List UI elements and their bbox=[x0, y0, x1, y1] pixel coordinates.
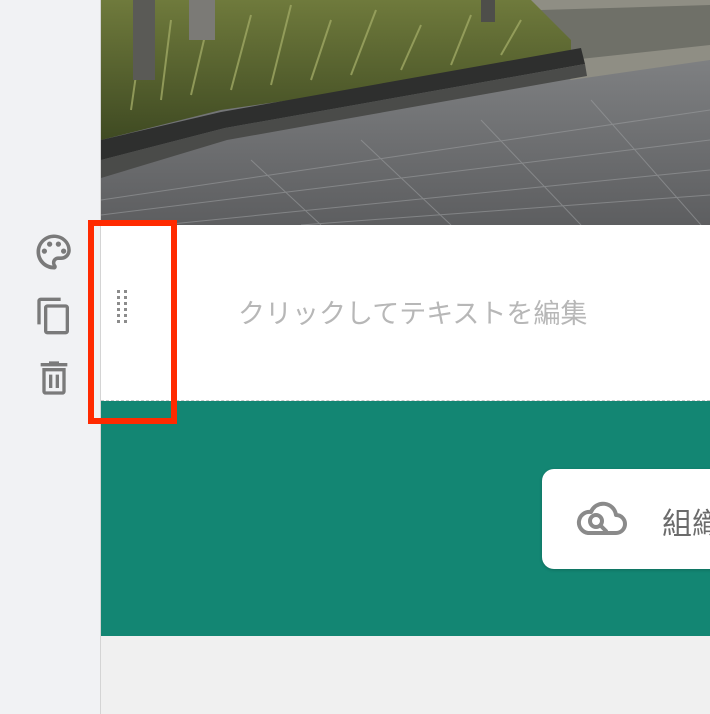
cloud-search-icon bbox=[576, 501, 627, 535]
green-section: 組織 bbox=[101, 401, 710, 636]
cloud-button-label: 組織 bbox=[662, 507, 710, 542]
text-section[interactable]: クリックしてテキストを編集 bbox=[101, 225, 710, 401]
drag-handle-icon bbox=[117, 290, 127, 323]
left-toolbar bbox=[0, 0, 101, 714]
palette-icon bbox=[36, 234, 71, 270]
duplicate-button[interactable] bbox=[30, 292, 78, 340]
drag-handle[interactable] bbox=[113, 288, 133, 328]
cloud-search-button[interactable]: 組織 bbox=[542, 469, 710, 569]
delete-button[interactable] bbox=[30, 354, 78, 402]
header-photo bbox=[101, 0, 710, 225]
editor-canvas: クリックしてテキストを編集 組織 bbox=[101, 0, 710, 714]
copy-icon bbox=[37, 297, 69, 335]
trash-icon bbox=[40, 361, 68, 395]
text-placeholder[interactable]: クリックしてテキストを編集 bbox=[238, 292, 587, 331]
palette-button[interactable] bbox=[30, 228, 78, 276]
